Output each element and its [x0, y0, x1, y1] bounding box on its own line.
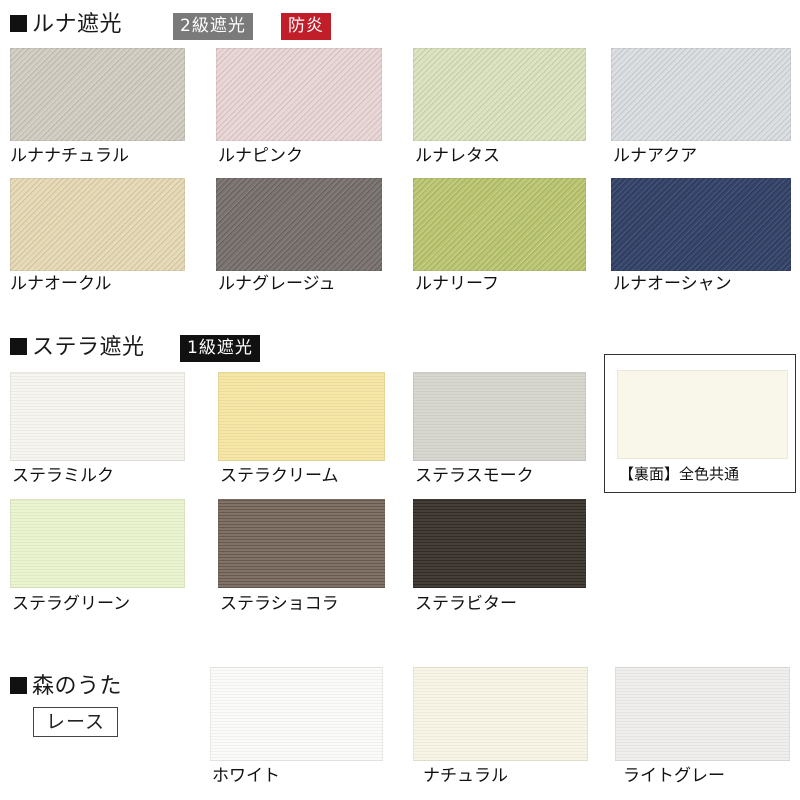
swatch-luna-lettuce[interactable] [413, 48, 586, 141]
swatch-luna-natural[interactable] [10, 48, 185, 141]
swatch-label: ステラミルク [12, 466, 114, 486]
mori-section-title: 森のうた [10, 673, 122, 701]
luna-section-title: ルナ遮光 [10, 11, 122, 39]
back-side-label: 【裏面】全色共通 [619, 465, 740, 483]
swatch-label: ルナグレージュ [218, 274, 336, 294]
swatch-stella-milk[interactable] [10, 372, 185, 461]
swatch-label: ルナナチュラル [10, 146, 129, 166]
lace-badge: レース [33, 707, 119, 737]
swatch-luna-leaf[interactable] [413, 178, 586, 271]
swatch-luna-pink[interactable] [216, 48, 382, 141]
swatch-label: ステラショコラ [220, 594, 339, 614]
blackout-grade-badge: 1級遮光 [180, 335, 260, 362]
swatch-label: ルナリーフ [415, 274, 499, 294]
stella-section-title: ステラ遮光 [10, 334, 145, 362]
black-square-icon [10, 15, 27, 32]
swatch-stella-smoke[interactable] [413, 372, 586, 461]
swatch-label: ライトグレー [623, 766, 725, 786]
swatch-label: ルナレタス [415, 146, 500, 166]
swatch-stella-chocolate[interactable] [218, 499, 385, 588]
swatch-label: ステラビター [415, 594, 517, 614]
swatch-luna-aqua[interactable] [611, 48, 791, 141]
swatch-mori-light-gray[interactable] [615, 667, 790, 761]
swatch-label: ルナアクア [613, 146, 698, 166]
swatch-back-side[interactable] [617, 370, 788, 459]
swatch-label: ステラクリーム [220, 466, 339, 486]
flame-retardant-badge: 防炎 [281, 13, 331, 40]
swatch-luna-ochre[interactable] [10, 178, 185, 271]
swatch-luna-ocean[interactable] [611, 178, 791, 271]
swatch-label: ルナオーシャン [613, 274, 732, 294]
swatch-label: ホワイト [212, 766, 280, 786]
swatch-stella-bitter[interactable] [413, 499, 586, 588]
swatch-stella-cream[interactable] [218, 372, 385, 461]
black-square-icon [10, 338, 27, 355]
swatch-label: ルナオークル [10, 274, 112, 294]
swatch-mori-white[interactable] [210, 667, 383, 761]
swatch-stella-green[interactable] [10, 499, 185, 588]
swatch-label: ステラグリーン [12, 594, 131, 614]
swatch-label: ナチュラル [423, 766, 508, 786]
swatch-mori-natural[interactable] [413, 667, 588, 761]
blackout-grade-badge: 2級遮光 [173, 13, 253, 40]
black-square-icon [10, 677, 27, 694]
swatch-luna-greige[interactable] [216, 178, 382, 271]
swatch-label: ステラスモーク [415, 466, 534, 486]
swatch-label: ルナピンク [218, 146, 303, 166]
